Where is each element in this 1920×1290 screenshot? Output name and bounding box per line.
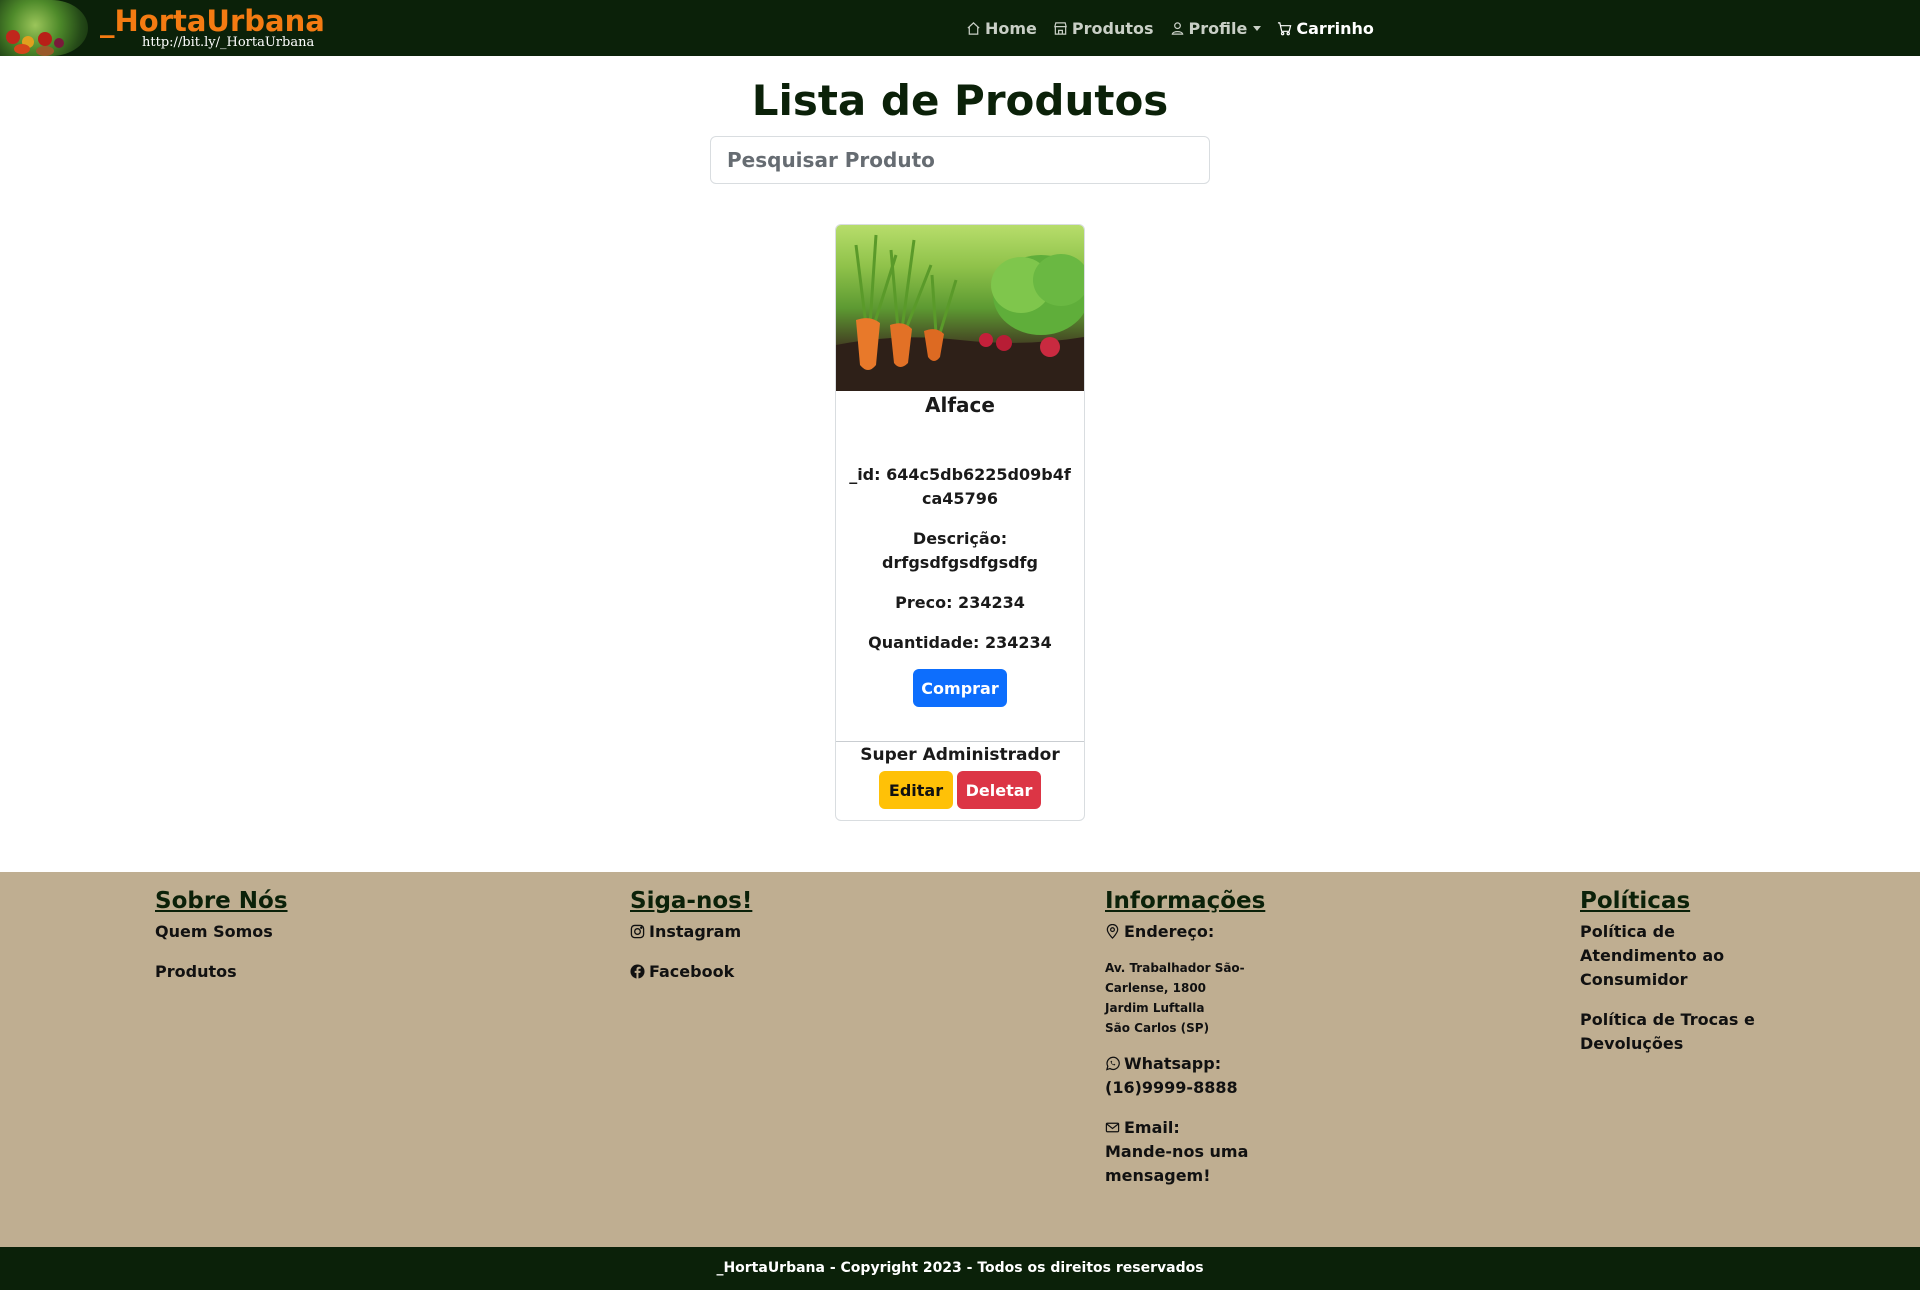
footer: Sobre Nós Quem Somos Produtos Siga-nos! … <box>0 872 1920 1247</box>
address-line: Carlense, 1800 <box>1105 981 1207 995</box>
product-price: Preco: 234234 <box>895 593 1025 612</box>
house-icon <box>967 21 980 35</box>
nav-item-produtos[interactable]: Produtos <box>1053 19 1154 38</box>
nav-item-home[interactable]: Home <box>966 19 1037 38</box>
brand-subtitle: http://bit.ly/_HortaUrbana <box>142 35 315 50</box>
shop-icon <box>1054 21 1067 35</box>
envelope-icon <box>1105 1122 1120 1133</box>
footer-link-quem-somos[interactable]: Quem Somos <box>155 920 335 944</box>
person-icon <box>1171 21 1183 35</box>
footer-link-trocas[interactable]: Política de Trocas e Devoluções <box>1580 1008 1760 1056</box>
footer-follow-title: Siga-nos! <box>630 888 753 914</box>
search-input[interactable] <box>710 136 1210 184</box>
brand-title[interactable]: _HortaUrbana <box>100 4 325 38</box>
nav-menu: Home Produtos Profile Carrinho <box>966 0 1374 56</box>
description-value: drfgsdfgsdfgsdfg <box>882 553 1038 572</box>
facebook-label: Facebook <box>649 962 735 981</box>
nav-item-profile[interactable]: Profile <box>1170 19 1262 38</box>
facebook-icon <box>630 964 645 979</box>
footer-link-facebook[interactable]: Facebook <box>630 960 810 984</box>
footer-about: Sobre Nós Quem Somos Produtos <box>155 888 335 1000</box>
cart-icon <box>1278 21 1292 35</box>
instagram-icon <box>630 924 645 939</box>
description-label: Descrição: <box>912 529 1008 548</box>
product-name: Alface <box>925 393 995 417</box>
product-card: Alface _id: 644c5db6225d09b4fca45796 Des… <box>835 224 1085 821</box>
instagram-label: Instagram <box>649 922 742 941</box>
footer-link-atendimento[interactable]: Política de Atendimento ao Consumidor <box>1580 920 1760 992</box>
address-line: Jardim Luftalla <box>1105 1001 1205 1015</box>
copyright-bar: _HortaUrbana - Copyright 2023 - Todos os… <box>0 1247 1920 1290</box>
buy-button[interactable]: Comprar <box>913 669 1007 707</box>
whatsapp-icon <box>1105 1056 1120 1071</box>
footer-link-instagram[interactable]: Instagram <box>630 920 810 944</box>
address-line: São Carlos (SP) <box>1105 1021 1210 1035</box>
product-image <box>836 225 1084 391</box>
nav-label-carrinho: Carrinho <box>1296 18 1374 38</box>
footer-policies: Políticas Política de Atendimento ao Con… <box>1580 888 1760 1072</box>
email-heading[interactable]: Email: <box>1105 1116 1265 1140</box>
map-pin-icon <box>1106 923 1119 939</box>
footer-about-title: Sobre Nós <box>155 888 288 914</box>
product-description: Descrição: drfgsdfgsdfgsdfg <box>848 527 1072 575</box>
card-admin-footer: Super Administrador Editar Deletar <box>836 741 1084 809</box>
nav-label-produtos: Produtos <box>1071 18 1154 38</box>
whatsapp-label: Whatsapp: <box>1124 1054 1222 1073</box>
whatsapp-number[interactable]: (16)9999-8888 <box>1105 1076 1265 1100</box>
delete-button[interactable]: Deletar <box>957 771 1041 809</box>
admin-label: Super Administrador <box>860 745 1060 765</box>
footer-info: Informações Endereço: Av. Trabalhador Sã… <box>1105 888 1265 1188</box>
logo-image[interactable] <box>0 0 88 56</box>
nav-label-home: Home <box>985 18 1037 38</box>
footer-link-produtos[interactable]: Produtos <box>155 960 335 984</box>
footer-policies-title: Políticas <box>1580 888 1691 914</box>
navbar: _HortaUrbana http://bit.ly/_HortaUrbana … <box>0 0 1920 56</box>
edit-button[interactable]: Editar <box>879 771 953 809</box>
nav-item-carrinho[interactable]: Carrinho <box>1277 19 1374 38</box>
chevron-down-icon <box>1253 25 1262 31</box>
address-label: Endereço: <box>1124 922 1215 941</box>
address-line: Av. Trabalhador São- <box>1105 961 1245 975</box>
whatsapp-heading[interactable]: Whatsapp: <box>1105 1052 1265 1076</box>
page-title: Lista de Produtos <box>751 76 1169 125</box>
address-heading: Endereço: <box>1105 920 1265 944</box>
nav-label-profile: Profile <box>1188 18 1248 38</box>
product-quantity: Quantidade: 234234 <box>868 633 1052 652</box>
footer-follow: Siga-nos! Instagram Facebook <box>630 888 810 1000</box>
product-id: _id: 644c5db6225d09b4fca45796 <box>849 465 1071 508</box>
footer-info-title: Informações <box>1105 888 1266 914</box>
address-text: Av. Trabalhador São- Carlense, 1800 Jard… <box>1105 958 1265 1038</box>
email-link[interactable]: Mande-nos uma mensagem! <box>1105 1140 1265 1188</box>
email-label: Email: <box>1124 1118 1180 1137</box>
